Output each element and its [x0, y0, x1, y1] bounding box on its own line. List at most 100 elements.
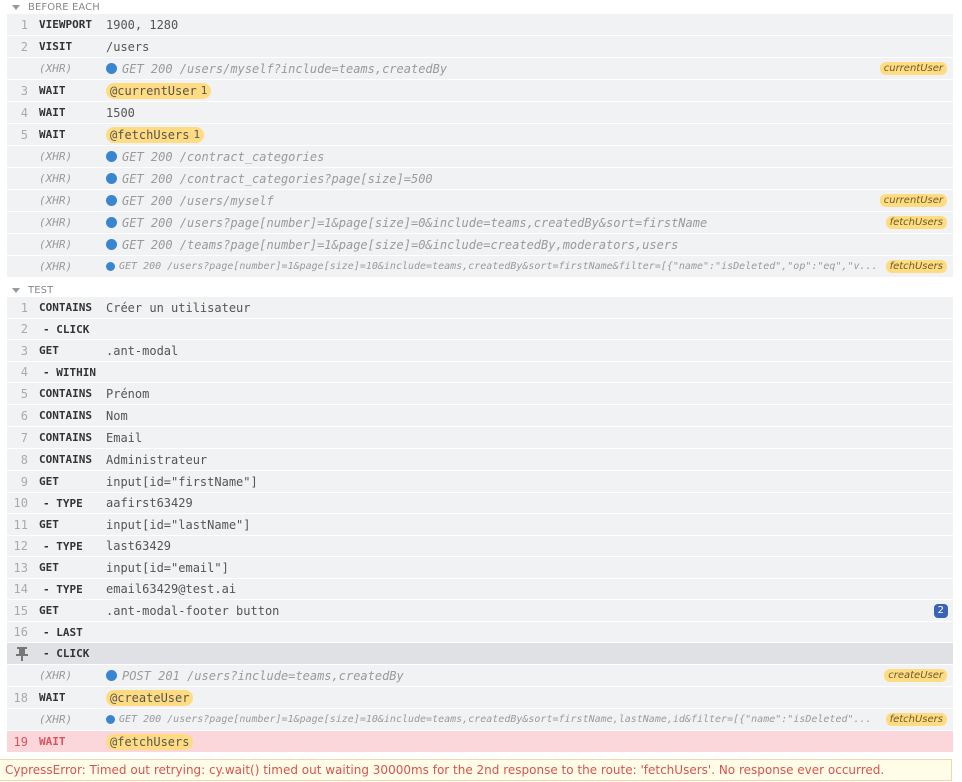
command-message: .ant-modal: [106, 343, 179, 358]
command-row[interactable]: 1 VIEWPORT 1900, 1280: [7, 14, 953, 36]
command-message: GET 200 /contract_categories?page[size]=…: [106, 172, 953, 186]
command-row[interactable]: 3 WAIT @currentUser 1: [7, 80, 953, 102]
xhr-status-dot-icon: [106, 262, 115, 271]
command-number: 1: [20, 17, 28, 32]
command-row[interactable]: 5 CONTAINS Prénom: [7, 383, 953, 405]
command-number: 6: [20, 408, 28, 423]
command-number: 12: [13, 539, 28, 553]
xhr-status-dot-icon: [106, 670, 117, 681]
command-message: Email: [106, 430, 143, 445]
command-message: Créer un utilisateur: [106, 300, 251, 315]
command-name: (XHR): [39, 669, 73, 682]
command-row[interactable]: 1 CONTAINS Créer un utilisateur: [7, 297, 953, 319]
xhr-row[interactable]: (XHR) GET 200 /contract_categories: [7, 146, 953, 168]
xhr-row[interactable]: (XHR) GET 200 /contract_categories?page[…: [7, 168, 953, 190]
xhr-status-dot-icon: [106, 195, 117, 206]
command-row[interactable]: 5 WAIT @fetchUsers 1: [7, 124, 953, 146]
command-row[interactable]: 12 - TYPE last63429: [7, 536, 953, 557]
xhr-status-dot-icon: [106, 239, 117, 250]
command-name: WAIT: [39, 106, 66, 119]
command-row[interactable]: 4 - WITHIN: [7, 362, 953, 383]
command-row[interactable]: 3 GET .ant-modal: [7, 340, 953, 362]
command-row[interactable]: 7 CONTAINS Email: [7, 427, 953, 449]
alias-name: @createUser: [110, 690, 190, 705]
command-number: 14: [13, 582, 28, 596]
command-message: GET 200 /users?page[number]=1&page[size]…: [106, 714, 953, 725]
command-message: @fetchUsers: [106, 733, 953, 750]
command-row[interactable]: 13 GET input[id="email"]: [7, 557, 953, 579]
xhr-request: GET 200 /users?page[number]=1&page[size]…: [122, 215, 708, 230]
command-message: last63429: [106, 539, 172, 553]
xhr-request: GET 200 /users/myself?include=teams,crea…: [122, 61, 448, 76]
command-row[interactable]: 11 GET input[id="lastName"]: [7, 514, 953, 536]
xhr-request: POST 201 /users?include=teams,createdBy: [122, 668, 404, 683]
alias-tag: fetchUsers: [885, 260, 947, 273]
command-name: (XHR): [39, 238, 73, 251]
command-message: GET 200 /contract_categories: [106, 150, 953, 164]
hook-label: TEST: [28, 284, 54, 296]
xhr-request: GET 200 /users/myself: [122, 193, 274, 208]
alias-count: 1: [193, 128, 201, 141]
command-number: 8: [20, 452, 28, 467]
command-name: (XHR): [39, 172, 73, 185]
before-each-commands: 1 VIEWPORT 1900, 1280 2 VISIT /users (XH…: [7, 14, 953, 278]
command-name: VISIT: [39, 40, 73, 53]
xhr-status-dot-icon: [106, 173, 117, 184]
xhr-row[interactable]: (XHR) GET 200 /users?page[number]=1&page…: [7, 256, 953, 278]
command-row[interactable]: 6 CONTAINS Nom: [7, 405, 953, 427]
alias-pill: @fetchUsers: [106, 733, 194, 750]
before-each-header[interactable]: BEFORE EACH: [0, 0, 962, 14]
command-message: 1500: [106, 105, 135, 120]
command-row-pinned[interactable]: - CLICK: [7, 643, 953, 665]
command-name: - CLICK: [43, 647, 90, 660]
command-number: 11: [13, 517, 28, 532]
command-row[interactable]: 4 WAIT 1500: [7, 102, 953, 124]
command-name: WAIT: [39, 691, 66, 704]
xhr-row[interactable]: (XHR) GET 200 /users/myself currentUser: [7, 190, 953, 212]
alias-pill: @createUser: [106, 689, 194, 706]
command-row[interactable]: 8 CONTAINS Administrateur: [7, 449, 953, 471]
command-row[interactable]: 18 WAIT @createUser: [7, 687, 953, 709]
command-message: input[id="firstName"]: [106, 474, 258, 489]
xhr-row[interactable]: (XHR) POST 201 /users?include=teams,crea…: [7, 665, 953, 687]
command-name: (XHR): [39, 216, 73, 229]
command-name: CONTAINS: [39, 387, 92, 400]
command-name: VIEWPORT: [39, 18, 92, 31]
command-name: - WITHIN: [43, 365, 96, 379]
xhr-request: GET 200 /users?page[number]=1&page[size]…: [119, 261, 878, 272]
command-number: 2: [20, 39, 28, 54]
xhr-request: GET 200 /contract_categories?page[size]=…: [122, 171, 433, 186]
command-message: GET 200 /users/myself?include=teams,crea…: [106, 62, 953, 76]
test-header[interactable]: TEST: [0, 283, 962, 297]
xhr-status-dot-icon: [106, 63, 117, 74]
xhr-row[interactable]: (XHR) GET 200 /users?page[number]=1&page…: [7, 709, 953, 731]
command-row[interactable]: 9 GET input[id="firstName"]: [7, 471, 953, 493]
command-name: (XHR): [39, 260, 73, 273]
command-message: GET 200 /users?page[number]=1&page[size]…: [106, 261, 953, 272]
command-name: (XHR): [39, 194, 73, 207]
command-number: 15: [13, 603, 28, 618]
command-number: 7: [20, 430, 28, 445]
command-row[interactable]: 15 GET .ant-modal-footer button 2: [7, 600, 953, 622]
xhr-row[interactable]: (XHR) GET 200 /users?page[number]=1&page…: [7, 212, 953, 234]
command-row[interactable]: 16 - LAST: [7, 622, 953, 643]
command-message: input[id="email"]: [106, 560, 229, 575]
hook-label: BEFORE EACH: [28, 1, 100, 13]
xhr-row[interactable]: (XHR) GET 200 /teams?page[number]=1&page…: [7, 234, 953, 256]
command-row[interactable]: 10 - TYPE aafirst63429: [7, 493, 953, 514]
command-name: CONTAINS: [39, 453, 92, 466]
command-number: 5: [20, 127, 28, 142]
command-message: GET 200 /teams?page[number]=1&page[size]…: [106, 238, 953, 252]
alias-tag: createUser: [884, 669, 947, 682]
command-row[interactable]: 14 - TYPE email63429@test.ai: [7, 579, 953, 600]
xhr-row[interactable]: (XHR) GET 200 /users/myself?include=team…: [7, 58, 953, 80]
alias-name: @currentUser: [110, 83, 197, 98]
command-name: (XHR): [39, 150, 73, 163]
pin-icon[interactable]: [7, 646, 28, 661]
command-number: 4: [20, 105, 28, 120]
command-row-failed[interactable]: 19 WAIT @fetchUsers: [7, 731, 953, 753]
command-name: GET: [39, 604, 59, 617]
command-row[interactable]: 2 - CLICK: [7, 319, 953, 340]
command-row[interactable]: 2 VISIT /users: [7, 36, 953, 58]
alias-tag: currentUser: [879, 194, 947, 207]
